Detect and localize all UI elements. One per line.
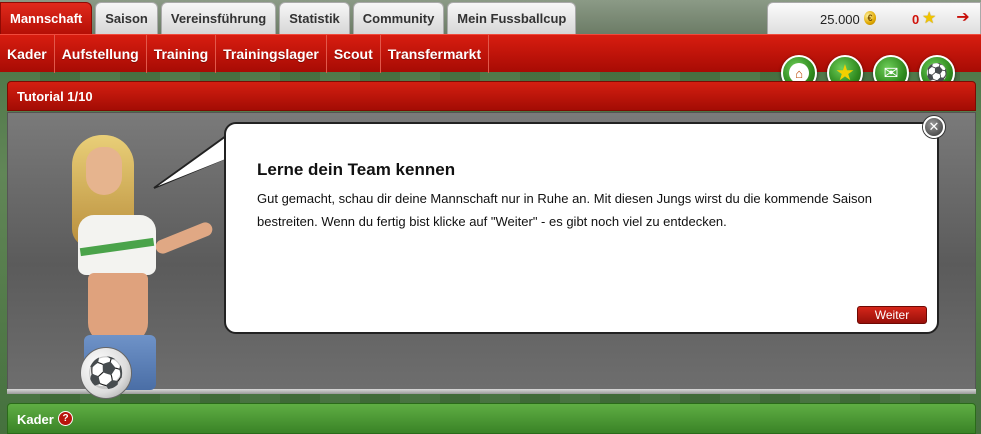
home-icon: ⌂ — [789, 63, 809, 83]
euro-coin-icon: € — [864, 11, 876, 25]
tab-community[interactable]: Community — [352, 2, 445, 34]
kader-panel-header: Kader ? — [7, 403, 976, 434]
tab-vereinsfuehrung[interactable]: Vereinsführung — [160, 2, 277, 34]
money-balance: 25.000 — [820, 12, 860, 27]
subnav-aufstellung[interactable]: Aufstellung — [55, 35, 147, 73]
star-count: 0 — [912, 12, 920, 27]
tutorial-progress-title: Tutorial 1/10 — [17, 89, 93, 104]
subnav-training[interactable]: Training — [147, 35, 217, 73]
top-tab-bar: Mannschaft Saison Vereinsführung Statist… — [0, 0, 981, 34]
help-icon[interactable]: ? — [58, 411, 73, 426]
logout-icon[interactable]: ➔ — [954, 9, 972, 27]
football-icon: ⚽ — [80, 347, 132, 399]
tab-mannschaft[interactable]: Mannschaft — [0, 2, 93, 34]
tutorial-text: Gut gemacht, schau dir deine Mannschaft … — [257, 191, 872, 229]
subnav-trainingslager[interactable]: Trainingslager — [216, 35, 327, 73]
subnav-scout[interactable]: Scout — [327, 35, 381, 73]
tab-statistik[interactable]: Statistik — [279, 2, 350, 34]
weiter-button[interactable]: Weiter — [857, 306, 927, 324]
tab-mein-fussballcup[interactable]: Mein Fussballcup — [447, 2, 577, 34]
star-icon: ★ — [922, 10, 937, 27]
speech-bubble-tail — [153, 134, 228, 189]
tutorial-panel-header: Tutorial 1/10 — [7, 81, 976, 111]
account-box: 25.000 € 0 ★ ➔ — [767, 2, 981, 34]
main-tabs: Mannschaft Saison Vereinsführung Statist… — [0, 2, 577, 34]
tutorial-speech-bubble: Lerne dein Team kennen Gut gemacht, scha… — [224, 122, 939, 334]
close-icon[interactable]: ✕ — [923, 116, 945, 138]
subnav-transfermarkt[interactable]: Transfermarkt — [381, 35, 490, 73]
subnav-kader[interactable]: Kader — [0, 35, 55, 73]
sub-navigation: Kader Aufstellung Training Trainingslage… — [0, 34, 981, 91]
tutorial-title: Lerne dein Team kennen — [257, 160, 456, 179]
tab-saison[interactable]: Saison — [95, 2, 158, 34]
kader-title: Kader — [17, 412, 54, 427]
